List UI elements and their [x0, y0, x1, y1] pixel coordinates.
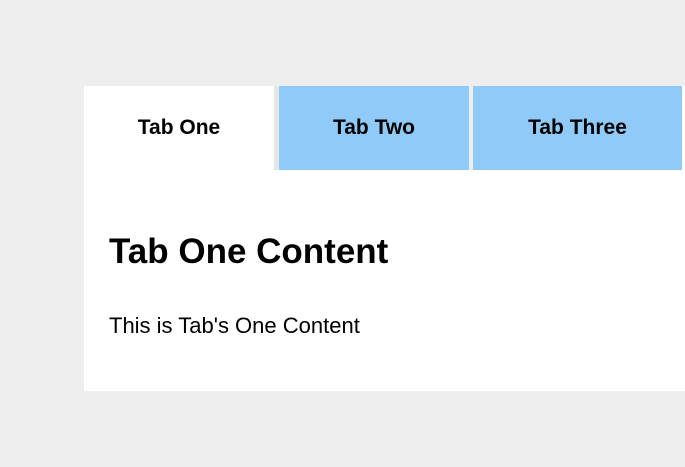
tab-two-label: Tab Two — [332, 116, 416, 139]
tab-panel: Tab One Content This is Tab's One Conten… — [84, 170, 685, 391]
panel-title: Tab One Content — [109, 232, 389, 271]
panel-text: This is Tab's One Content — [109, 313, 360, 338]
tab-three-label: Tab Three — [528, 116, 627, 139]
tab-one-label: Tab One — [137, 116, 221, 139]
tab-two[interactable]: Tab Two — [279, 86, 469, 170]
tab-bar: Tab One Tab Two Tab Three — [84, 86, 685, 170]
tab-widget: Tab One Tab Two Tab Three Tab One Conten… — [84, 86, 685, 391]
tab-three[interactable]: Tab Three — [473, 86, 682, 170]
tab-one[interactable]: Tab One — [84, 86, 274, 170]
